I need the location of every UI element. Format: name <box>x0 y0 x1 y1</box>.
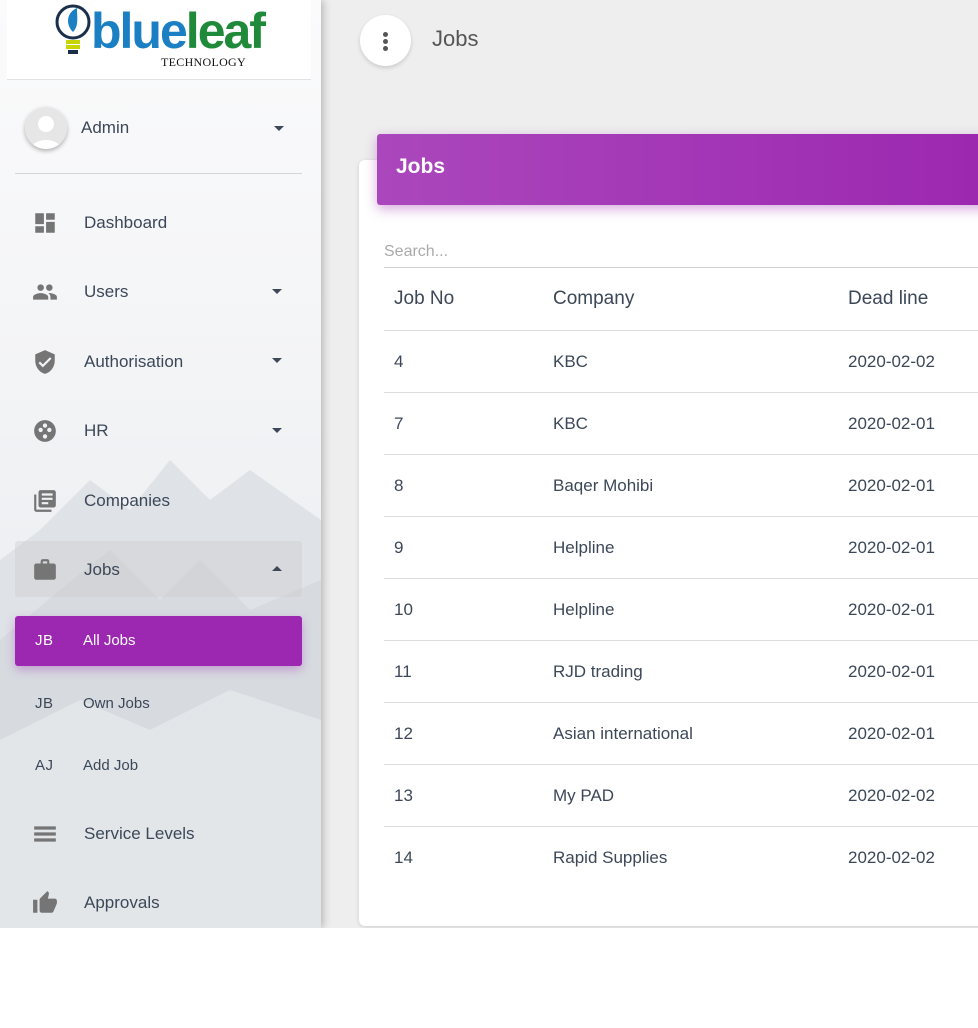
table-row[interactable]: 14 Rapid Supplies 2020-02-02 <box>384 826 978 888</box>
sidebar-subitem-label: Own Jobs <box>83 695 150 712</box>
sidebar-subitem-label: All Jobs <box>83 632 136 649</box>
job-no-cell: 14 <box>394 848 413 867</box>
sidebar-subitem-abbr: AJ <box>35 757 54 774</box>
brand-subtitle: TECHNOLOGY <box>161 55 246 69</box>
table-row[interactable]: 4 KBC 2020-02-02 <box>384 330 978 392</box>
sidebar-item-hr[interactable]: HR <box>15 402 302 458</box>
column-header-job-no[interactable]: Job No <box>394 288 454 310</box>
sidebar-subitem-own-jobs[interactable]: JB Own Jobs <box>15 679 302 729</box>
brand-name: blueleaf <box>91 3 266 59</box>
table-row[interactable]: 8 Baqer Mohibi 2020-02-01 <box>384 454 978 516</box>
company-cell: Asian international <box>553 724 693 743</box>
deadline-cell: 2020-02-01 <box>848 600 935 619</box>
deadline-cell: 2020-02-02 <box>848 848 935 867</box>
more-vert-icon <box>383 32 388 37</box>
deadline-cell: 2020-02-01 <box>848 414 935 433</box>
brand-name-green: leaf <box>185 3 266 59</box>
sidebar-subitem-abbr: JB <box>35 695 54 712</box>
stack-icon <box>34 826 56 842</box>
card-title: Jobs <box>396 155 446 178</box>
sidebar-item-dashboard[interactable]: Dashboard <box>15 194 302 250</box>
job-no-cell: 9 <box>394 538 404 557</box>
table-row[interactable]: 12 Asian international 2020-02-01 <box>384 702 978 764</box>
page-title: Jobs <box>432 26 479 51</box>
caret-up-icon <box>272 566 282 571</box>
more-vert-icon-dot <box>383 46 388 51</box>
users-icon <box>33 284 57 300</box>
company-cell: KBC <box>553 414 588 433</box>
company-cell: Helpline <box>553 600 615 619</box>
brand-name-blue: blue <box>91 3 188 59</box>
sidebar-item-service-levels[interactable]: Service Levels <box>15 805 302 861</box>
briefcase-icon <box>34 559 56 580</box>
sidebar-item-label: Service Levels <box>84 824 195 843</box>
sidebar-item-users[interactable]: Users <box>15 263 302 319</box>
sidebar-item-label: Dashboard <box>84 213 168 232</box>
thumb-up-icon <box>33 891 57 913</box>
sidebar-subitem-all-jobs[interactable]: JB All Jobs <box>15 616 302 666</box>
card-header: Jobs <box>377 134 978 205</box>
table-row[interactable]: 9 Helpline 2020-02-01 <box>384 516 978 578</box>
more-menu-button[interactable] <box>360 15 411 66</box>
avatar <box>25 107 67 149</box>
user-menu[interactable]: Admin <box>15 100 302 160</box>
caret-down-icon <box>272 358 282 363</box>
table-row[interactable]: 11 RJD trading 2020-02-01 <box>384 640 978 702</box>
company-cell: My PAD <box>553 786 615 805</box>
sidebar: blueleaf TECHNOLOGY Admin Dashboard User… <box>0 0 321 928</box>
company-cell: Helpline <box>553 538 615 557</box>
mood-icon <box>34 420 56 442</box>
company-cell: Rapid Supplies <box>553 848 668 867</box>
job-no-cell: 12 <box>394 724 413 743</box>
user-name: Admin <box>81 118 130 137</box>
job-no-cell: 4 <box>394 352 404 371</box>
company-cell: Baqer Mohibi <box>553 476 654 495</box>
column-header-dead-line[interactable]: Dead line <box>848 288 928 310</box>
job-no-cell: 7 <box>394 414 404 433</box>
sidebar-item-jobs[interactable]: Jobs <box>15 541 302 597</box>
caret-down-icon <box>274 126 284 131</box>
deadline-cell: 2020-02-01 <box>848 538 935 557</box>
sidebar-item-label: Authorisation <box>84 352 184 371</box>
table-row[interactable]: 10 Helpline 2020-02-01 <box>384 578 978 640</box>
sidebar-item-label: Companies <box>84 491 170 510</box>
search-input[interactable] <box>384 228 978 268</box>
job-no-cell: 10 <box>394 600 413 619</box>
bulb-leaf-icon <box>55 4 91 54</box>
sidebar-item-approvals[interactable]: Approvals <box>15 874 302 928</box>
deadline-cell: 2020-02-01 <box>848 662 935 681</box>
dashboard-icon <box>35 213 55 233</box>
sidebar-item-label: HR <box>84 421 109 440</box>
sidebar-item-label: Jobs <box>84 560 120 579</box>
sidebar-subitem-add-job[interactable]: AJ Add Job <box>15 741 302 791</box>
deadline-cell: 2020-02-01 <box>848 476 935 495</box>
shield-check-icon <box>35 350 55 374</box>
avatar-silhouette-icon <box>25 107 67 149</box>
sidebar-subitem-abbr: JB <box>35 632 54 649</box>
more-vert-icon-dot <box>383 39 388 44</box>
sidebar-item-label: Approvals <box>84 893 160 912</box>
caret-down-icon <box>272 289 282 294</box>
job-no-cell: 13 <box>394 786 413 805</box>
job-no-cell: 11 <box>394 662 412 681</box>
app-window: blueleaf TECHNOLOGY Admin Dashboard User… <box>0 0 978 928</box>
deadline-cell: 2020-02-02 <box>848 786 935 805</box>
table-row[interactable]: 13 My PAD 2020-02-02 <box>384 764 978 826</box>
sidebar-item-companies[interactable]: Companies <box>15 472 302 528</box>
company-cell: KBC <box>553 352 588 371</box>
column-header-company[interactable]: Company <box>553 288 634 310</box>
brand-logo[interactable]: blueleaf TECHNOLOGY <box>7 0 311 80</box>
library-books-icon <box>34 490 56 512</box>
sidebar-item-label: Users <box>84 282 129 301</box>
job-no-cell: 8 <box>394 476 404 495</box>
table-row[interactable]: 7 KBC 2020-02-01 <box>384 392 978 454</box>
deadline-cell: 2020-02-01 <box>848 724 935 743</box>
deadline-cell: 2020-02-02 <box>848 352 935 371</box>
company-cell: RJD trading <box>553 662 643 681</box>
sidebar-item-authorisation[interactable]: Authorisation <box>15 333 302 389</box>
sidebar-subitem-label: Add Job <box>83 757 139 774</box>
caret-down-icon <box>272 428 282 433</box>
sidebar-divider <box>15 173 302 174</box>
